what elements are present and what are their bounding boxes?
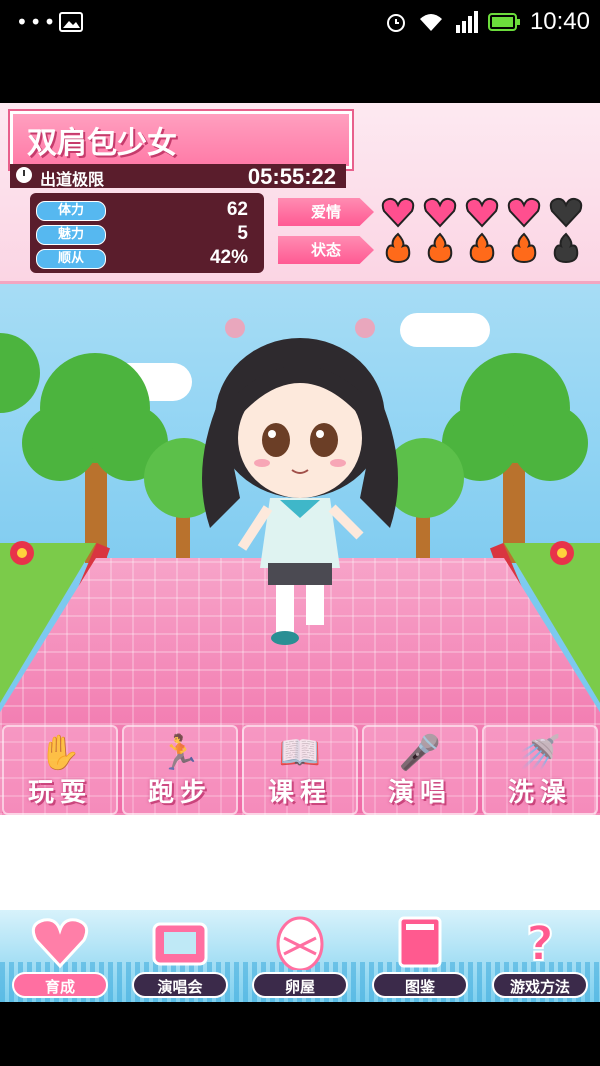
flower-icon xyxy=(550,541,574,565)
chibi-girl-character[interactable] xyxy=(180,308,420,648)
stat-label: 魅力 xyxy=(36,225,106,245)
image-notification-icon xyxy=(59,12,83,32)
clock-time: 10:40 xyxy=(529,8,590,35)
character-title: 双肩包少女 xyxy=(27,126,177,161)
heart-filled-icon xyxy=(422,195,458,229)
nav-label: 演唱会 xyxy=(132,972,228,998)
heart-filled-icon xyxy=(464,195,500,229)
action-run-button[interactable]: 🏃 跑步 xyxy=(122,725,238,815)
stat-row-obedience: 顺从 42% xyxy=(36,247,258,269)
affection-label: 爱情 xyxy=(278,198,374,226)
clock-icon xyxy=(16,167,32,183)
heart-icon xyxy=(31,918,89,969)
book-icon: 📖 xyxy=(278,733,322,773)
battery-icon xyxy=(487,13,520,31)
blank-area xyxy=(0,815,600,910)
nav-concert[interactable]: 演唱会 xyxy=(122,910,238,1002)
flame-filled-icon xyxy=(380,231,416,265)
action-bar: ✋ 玩耍 🏃 跑步 📖 课程 🎤 演唱 🚿 洗澡 xyxy=(0,725,600,815)
egg-icon xyxy=(276,916,324,970)
action-sing-button[interactable]: 🎤 演唱 xyxy=(362,725,478,815)
hand-icon: ✋ xyxy=(38,733,82,773)
nav-label: 游戏方法 xyxy=(492,972,588,998)
debut-deadline: 出道极限 05:55:22 xyxy=(10,164,346,189)
state-flames xyxy=(380,231,584,265)
nav-label: 卵屋 xyxy=(252,972,348,998)
action-label: 玩耍 xyxy=(27,778,92,808)
affection-hearts xyxy=(380,195,584,229)
stat-row-stamina: 体力 62 xyxy=(36,199,258,221)
action-play-button[interactable]: ✋ 玩耍 xyxy=(2,725,118,815)
question-icon: ? xyxy=(525,915,555,970)
flame-filled-icon xyxy=(506,231,542,265)
game-scene: 双肩包少女 出道极限 05:55:22 体力 62 魅力 5 顺从 42% 爱情… xyxy=(0,103,600,815)
nav-label: 育成 xyxy=(12,972,108,998)
status-bar: ••• 10:40 xyxy=(0,0,600,46)
nav-egg-house[interactable]: 卵屋 xyxy=(242,910,358,1002)
wifi-icon xyxy=(419,14,442,31)
flame-filled-icon xyxy=(464,231,500,265)
heart-filled-icon xyxy=(506,195,542,229)
microphone-icon: 🎤 xyxy=(398,733,442,773)
state-label: 状态 xyxy=(278,236,374,264)
system-nav-area xyxy=(0,1002,600,1066)
heart-empty-icon xyxy=(548,195,584,229)
deadline-label: 出道极限 xyxy=(40,170,105,189)
svg-text:?: ? xyxy=(526,916,554,970)
album-icon xyxy=(398,916,442,968)
action-lesson-button[interactable]: 📖 课程 xyxy=(242,725,358,815)
nav-encyclopedia[interactable]: 图鉴 xyxy=(362,910,478,1002)
character-title-box: 双肩包少女 xyxy=(10,111,352,169)
stats-panel: 体力 62 魅力 5 顺从 42% xyxy=(30,193,264,273)
shower-icon: 🚿 xyxy=(518,733,562,773)
bottom-nav: 育成 演唱会 卵屋 图鉴 ? 游戏方法 xyxy=(0,910,600,1002)
nav-how-to-play[interactable]: ? 游戏方法 xyxy=(482,910,598,1002)
flame-filled-icon xyxy=(422,231,458,265)
action-label: 洗澡 xyxy=(507,778,572,808)
stat-row-charm: 魅力 5 xyxy=(36,223,258,245)
stage-icon xyxy=(152,922,208,966)
heart-filled-icon xyxy=(380,195,416,229)
stat-value: 5 xyxy=(237,223,248,244)
deadline-timer: 05:55:22 xyxy=(247,164,336,189)
nav-raise[interactable]: 育成 xyxy=(2,910,118,1002)
stat-label: 体力 xyxy=(36,201,106,221)
nav-label: 图鉴 xyxy=(372,972,468,998)
stat-value: 62 xyxy=(226,199,248,220)
notification-dots: ••• xyxy=(16,10,58,34)
tree-left-edge xyxy=(0,333,40,413)
flower-icon xyxy=(10,541,34,565)
runner-icon: 🏃 xyxy=(158,733,202,773)
alarm-icon xyxy=(386,14,405,32)
stat-label: 顺从 xyxy=(36,249,106,269)
status-hud: 双肩包少女 出道极限 05:55:22 体力 62 魅力 5 顺从 42% 爱情… xyxy=(0,103,600,284)
flame-empty-icon xyxy=(548,231,584,265)
action-label: 演唱 xyxy=(387,778,452,808)
stat-value: 42% xyxy=(209,247,248,268)
signal-icon xyxy=(455,11,478,33)
action-label: 课程 xyxy=(267,778,332,808)
action-bath-button[interactable]: 🚿 洗澡 xyxy=(482,725,598,815)
action-label: 跑步 xyxy=(147,778,212,808)
